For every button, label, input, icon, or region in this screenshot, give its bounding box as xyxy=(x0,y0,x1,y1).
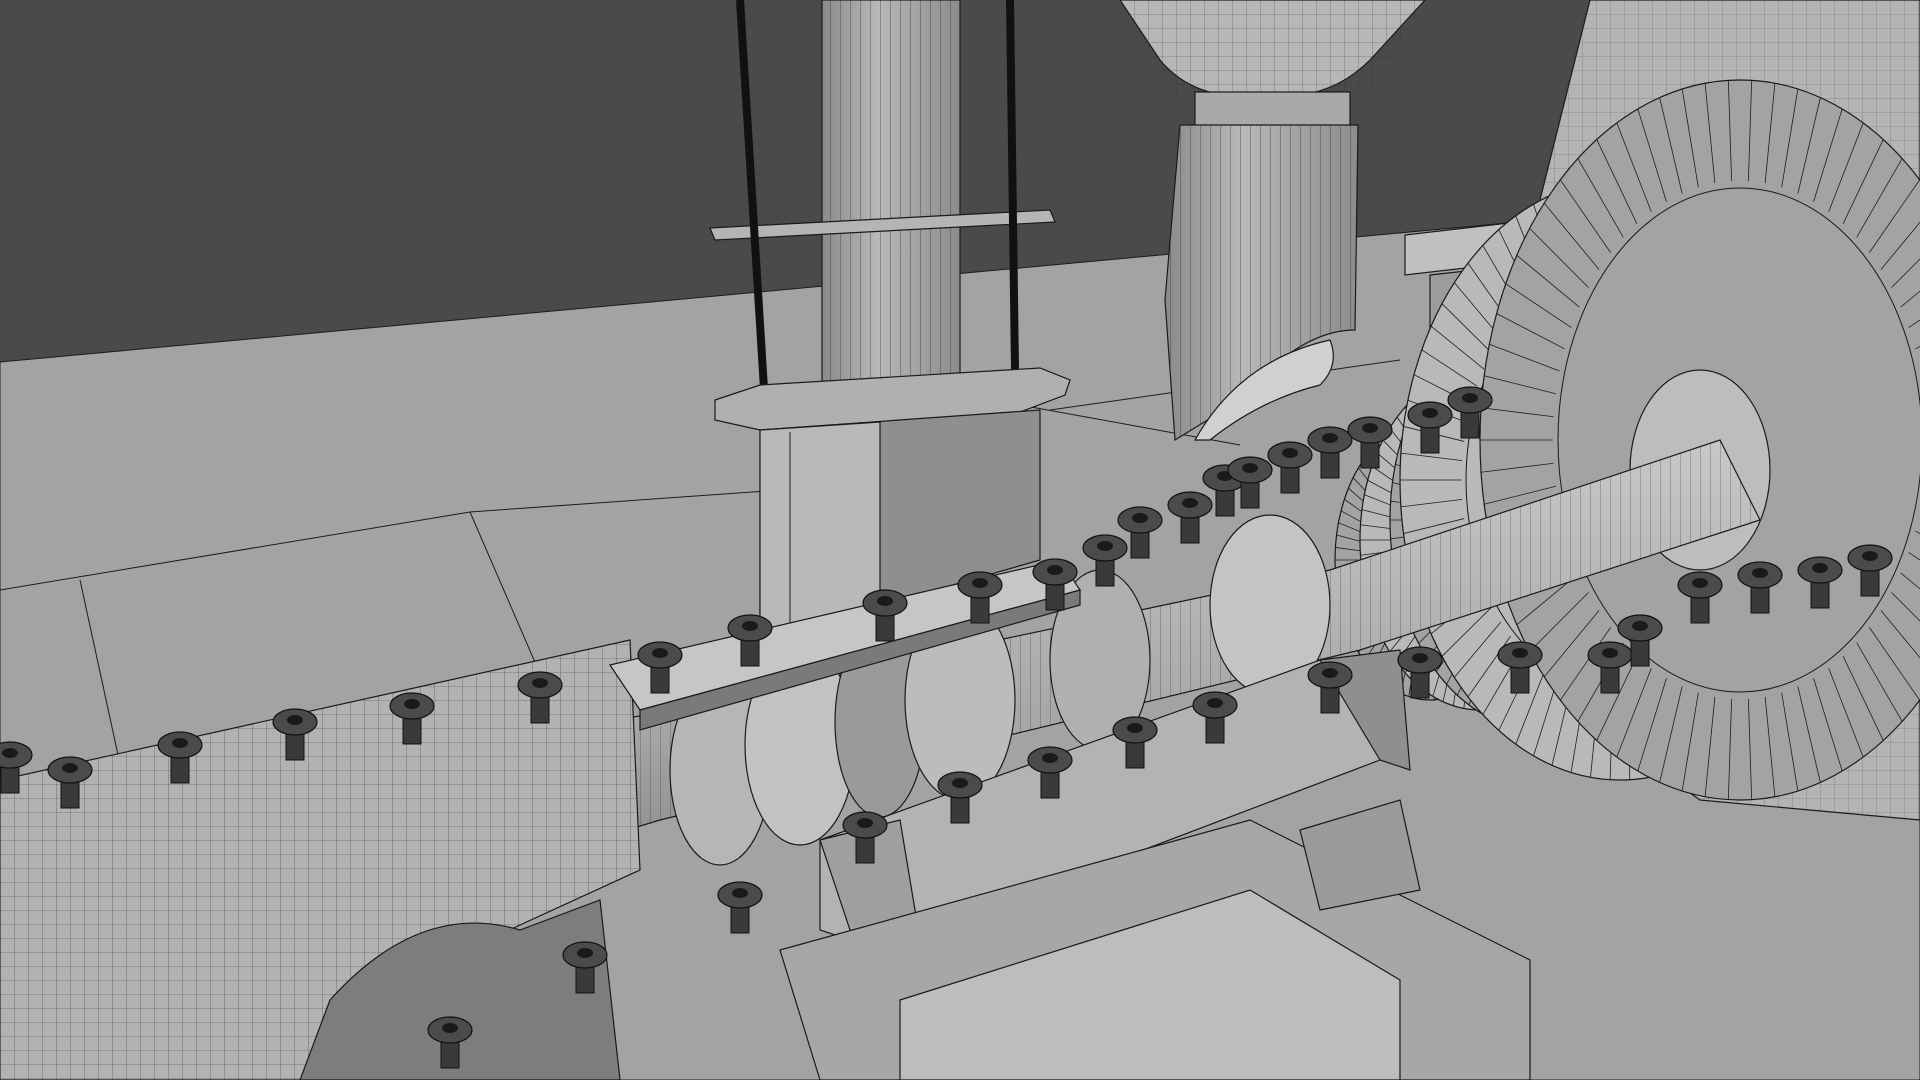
support-rod-right xyxy=(1006,0,1019,371)
3d-viewport[interactable] xyxy=(0,0,1920,1080)
